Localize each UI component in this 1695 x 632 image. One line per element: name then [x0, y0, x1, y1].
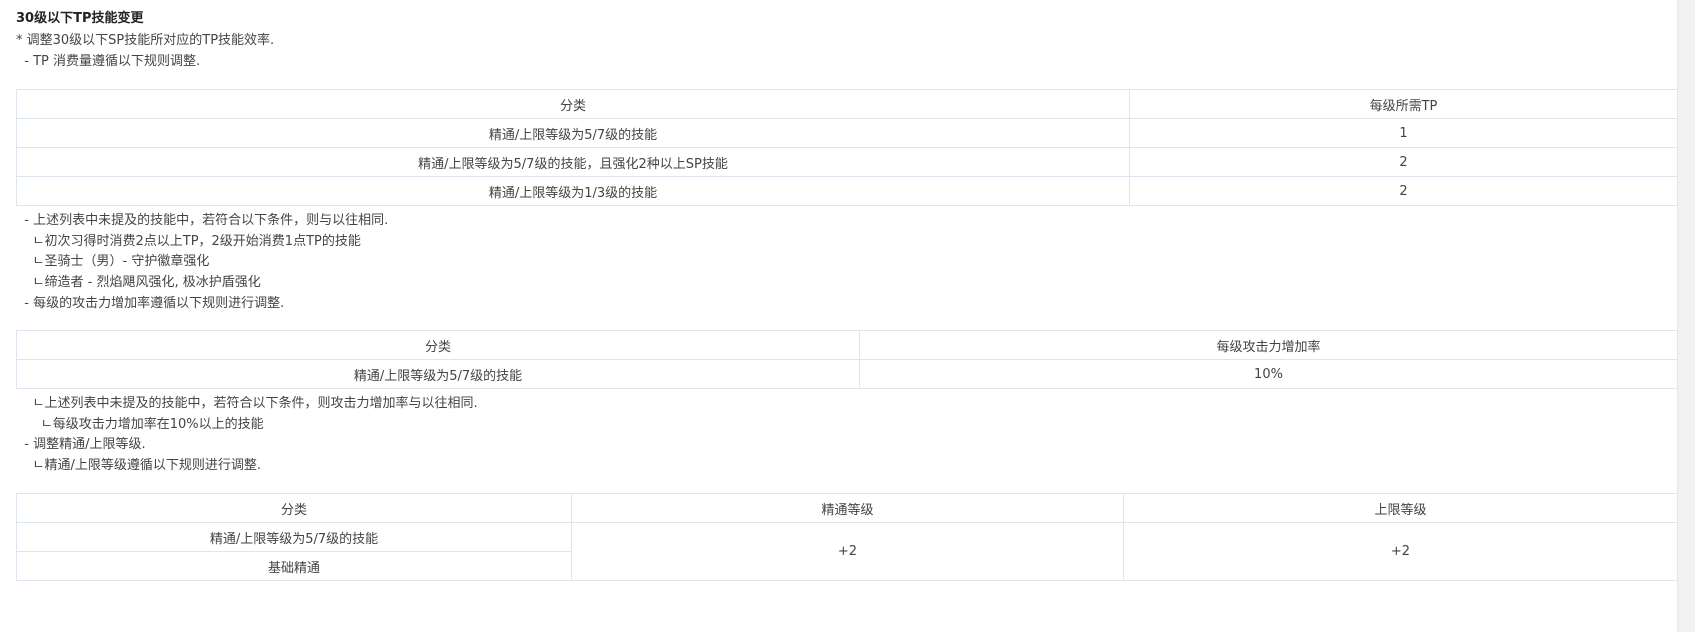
table-cell: 精通/上限等级为5/7级的技能 — [16, 522, 572, 552]
table-row: 精通/上限等级为5/7级的技能 10% — [16, 359, 1678, 389]
table-cell: 精通/上限等级为1/3级的技能 — [16, 176, 1130, 206]
table-header-row: 分类 精通等级 上限等级 — [16, 493, 1678, 523]
intro-line: * 调整30级以下SP技能所对应的TP技能效率. — [16, 33, 275, 48]
table-row: 精通/上限等级为5/7级的技能 +2 +2 — [16, 522, 1678, 581]
note-line: ㄴ上述列表中未提及的技能中，若符合以下条件，则攻击力增加率与以往相同. — [16, 396, 478, 411]
column-header: 每级攻击力增加率 — [859, 330, 1678, 360]
note-line: - 每级的攻击力增加率遵循以下规则进行调整. — [16, 296, 285, 311]
table-cell: 精通/上限等级为5/7级的技能 — [16, 118, 1130, 148]
note-line: ㄴ精通/上限等级遵循以下规则进行调整. — [16, 458, 262, 473]
intro-line: - TP 消费量遵循以下规则调整. — [16, 54, 201, 69]
table-cell: 基础精通 — [16, 551, 572, 581]
note-line: - 上述列表中未提及的技能中，若符合以下条件，则与以往相同. — [16, 213, 389, 228]
section-title: 30级以下TP技能变更 — [16, 11, 144, 26]
note-line: ㄴ每级攻击力增加率在10%以上的技能 — [16, 417, 264, 432]
table-cell: 精通/上限等级为5/7级的技能 — [16, 359, 860, 389]
table-row: 精通/上限等级为1/3级的技能 2 — [16, 176, 1678, 206]
column-header: 精通等级 — [571, 493, 1124, 523]
table-row: 精通/上限等级为5/7级的技能，且强化2种以上SP技能 2 — [16, 147, 1678, 177]
table-cell: 精通/上限等级为5/7级的技能，且强化2种以上SP技能 — [16, 147, 1130, 177]
column-header: 分类 — [16, 89, 1130, 119]
attack-increase-table: 分类 每级攻击力增加率 精通/上限等级为5/7级的技能 10% — [16, 330, 1678, 389]
column-header: 上限等级 — [1123, 493, 1678, 523]
column-header: 每级所需TP — [1129, 89, 1678, 119]
note-line: ㄴ圣骑士（男）- 守护徽章强化 — [16, 254, 210, 269]
tp-cost-table: 分类 每级所需TP 精通/上限等级为5/7级的技能 1 精通/上限等级为5/7级… — [16, 89, 1678, 206]
table-row: 精通/上限等级为5/7级的技能 1 — [16, 118, 1678, 148]
table-cell: 2 — [1129, 176, 1678, 206]
vertical-scrollbar[interactable] — [1677, 0, 1695, 632]
table-cell-limit: +2 — [1123, 522, 1678, 581]
table-header-row: 分类 每级所需TP — [16, 89, 1678, 119]
note-line: ㄴ缔造者 - 烈焰飓风强化, 极冰护盾强化 — [16, 275, 261, 290]
column-header: 分类 — [16, 330, 860, 360]
table-cell: 10% — [859, 359, 1678, 389]
table-cell-mastery: +2 — [571, 522, 1124, 581]
mastery-limit-table: 分类 精通等级 上限等级 精通/上限等级为5/7级的技能 +2 +2 基础精通 — [16, 493, 1678, 581]
table-cell: 2 — [1129, 147, 1678, 177]
column-header: 分类 — [16, 493, 572, 523]
note-line: ㄴ初次习得时消费2点以上TP，2级开始消费1点TP的技能 — [16, 234, 361, 249]
table-header-row: 分类 每级攻击力增加率 — [16, 330, 1678, 360]
note-line: - 调整精通/上限等级. — [16, 437, 146, 452]
table-cell: 1 — [1129, 118, 1678, 148]
